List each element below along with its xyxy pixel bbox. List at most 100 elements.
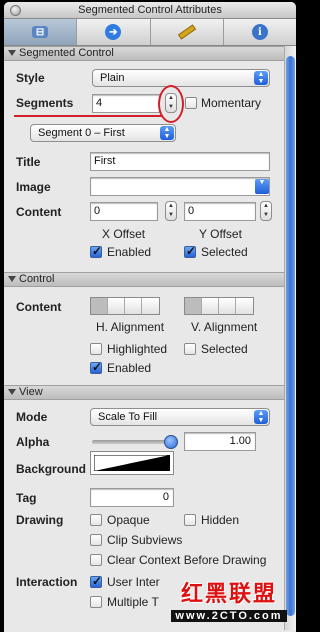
x-offset-stepper[interactable]: ▲ ▼ [165, 201, 177, 221]
x-offset-label: X Offset [102, 227, 146, 241]
inspector-content: Segmented Control Style Plain ▲ ▼ Segment… [4, 46, 296, 630]
mode-value: Scale To Fill [98, 411, 158, 423]
style-value: Plain [100, 72, 125, 84]
watermark-url: www.2CTO.com [171, 610, 287, 622]
popup-arrows-icon: ▲ ▼ [254, 71, 268, 85]
y-offset-stepper[interactable]: ▲ ▼ [260, 201, 272, 221]
background-color-well[interactable] [90, 451, 174, 475]
tag-label: Tag [16, 491, 37, 505]
interaction-label: Interaction [16, 575, 78, 589]
tag-field[interactable]: 0 [90, 488, 174, 507]
close-button[interactable] [10, 5, 21, 16]
disclosure-triangle-icon [8, 50, 16, 57]
popup-arrows-icon: ▲ ▼ [160, 126, 174, 140]
title-label: Title [16, 155, 41, 169]
align-bottom-icon[interactable] [219, 298, 236, 314]
v-alignment-label: V. Alignment [191, 320, 258, 334]
clip-subviews-checkbox[interactable] [90, 534, 102, 546]
title-field[interactable]: First [90, 152, 270, 171]
chevron-down-icon[interactable]: ▼ [255, 179, 269, 194]
section-title: Control [19, 273, 55, 285]
section-view[interactable]: View [4, 385, 284, 400]
background-label: Background [16, 462, 87, 476]
watermark-chinese: 红黑联盟 [180, 581, 277, 607]
align-left-icon[interactable] [91, 298, 108, 314]
h-alignment-control[interactable] [90, 297, 160, 315]
connections-icon: ➔ [105, 24, 122, 40]
mode-label: Mode [16, 410, 48, 424]
drawing-label: Drawing [16, 513, 64, 527]
align-center-icon[interactable] [108, 298, 125, 314]
disclosure-triangle-icon [8, 389, 16, 396]
multiple-touch-label: Multiple T [107, 595, 159, 609]
segments-field[interactable]: 4 [92, 94, 160, 113]
tab-size[interactable] [151, 19, 224, 45]
image-combo[interactable] [90, 177, 270, 196]
v-alignment-control[interactable] [184, 297, 254, 315]
enabled-label: Enabled [107, 245, 152, 259]
segments-label: Segments [16, 96, 74, 110]
popup-arrows-icon: ▲ ▼ [254, 410, 268, 424]
scrollbar-thumb[interactable] [286, 56, 295, 616]
style-label: Style [16, 71, 45, 85]
inspector-tabs: ⊟ ➔ i [4, 19, 296, 46]
red-circle-annotation [158, 85, 184, 123]
clear-context-checkbox[interactable] [90, 554, 102, 566]
y-offset-field[interactable]: 0 [184, 202, 256, 221]
selected-checkbox[interactable] [184, 244, 196, 258]
segment-selector-value: Segment 0 – First [38, 127, 125, 139]
style-popup[interactable]: Plain ▲ ▼ [92, 69, 270, 87]
inspector-window: Segmented Control Attributes ⊟ ➔ i Segme… [4, 2, 296, 632]
identity-icon: i [251, 24, 268, 40]
y-offset-label: Y Offset [199, 227, 242, 241]
h-alignment-label: H. Alignment [96, 320, 165, 334]
mode-popup[interactable]: Scale To Fill ▲ ▼ [90, 408, 270, 426]
section-control[interactable]: Control [4, 272, 284, 287]
align-right-icon[interactable] [125, 298, 142, 314]
user-interaction-checkbox[interactable] [90, 574, 102, 588]
highlighted-checkbox[interactable] [90, 343, 102, 355]
control-enabled-checkbox[interactable] [90, 360, 102, 374]
segment-selector-popup[interactable]: Segment 0 – First ▲ ▼ [30, 124, 176, 142]
window-title: Segmented Control Attributes [78, 4, 222, 16]
alpha-slider-knob[interactable] [164, 435, 178, 449]
attributes-icon: ⊟ [32, 26, 49, 38]
multiple-touch-checkbox[interactable] [90, 596, 102, 608]
hidden-checkbox[interactable] [184, 514, 196, 526]
align-top-icon[interactable] [185, 298, 202, 314]
control-selected-label: Selected [201, 342, 248, 356]
selected-label: Selected [201, 245, 248, 259]
watermark: 红黑联盟 www.2CTO.com [160, 580, 298, 632]
disclosure-triangle-icon [8, 276, 16, 283]
align-fill-icon[interactable] [142, 298, 159, 314]
tab-identity[interactable]: i [224, 19, 296, 45]
title-bar: Segmented Control Attributes [4, 2, 296, 19]
control-enabled-label: Enabled [107, 361, 152, 375]
section-title: Segmented Control [19, 47, 114, 59]
momentary-label: Momentary [201, 96, 262, 110]
red-underline-annotation [14, 115, 162, 117]
alpha-label: Alpha [16, 435, 50, 449]
color-swatch [93, 454, 171, 472]
vertical-scrollbar[interactable] [284, 46, 296, 630]
enabled-checkbox[interactable] [90, 244, 102, 258]
clear-context-label: Clear Context Before Drawing [107, 553, 267, 567]
size-icon [177, 24, 196, 40]
user-interaction-label: User Inter [107, 575, 160, 589]
section-segmented-control[interactable]: Segmented Control [4, 46, 284, 61]
clip-subviews-label: Clip Subviews [107, 533, 183, 547]
control-selected-checkbox[interactable] [184, 343, 196, 355]
alpha-field[interactable]: 1.00 [184, 432, 256, 451]
hidden-label: Hidden [201, 513, 240, 527]
tab-connections[interactable]: ➔ [77, 19, 151, 45]
align-fill-vertical-icon[interactable] [236, 298, 253, 314]
control-content-label: Content [16, 300, 62, 314]
opaque-checkbox[interactable] [90, 514, 102, 526]
content-label: Content [16, 205, 62, 219]
section-title: View [19, 386, 43, 398]
x-offset-field[interactable]: 0 [90, 202, 158, 221]
opaque-label: Opaque [107, 513, 150, 527]
tab-attributes[interactable]: ⊟ [4, 19, 78, 45]
align-middle-icon[interactable] [202, 298, 219, 314]
momentary-checkbox[interactable] [185, 97, 197, 109]
